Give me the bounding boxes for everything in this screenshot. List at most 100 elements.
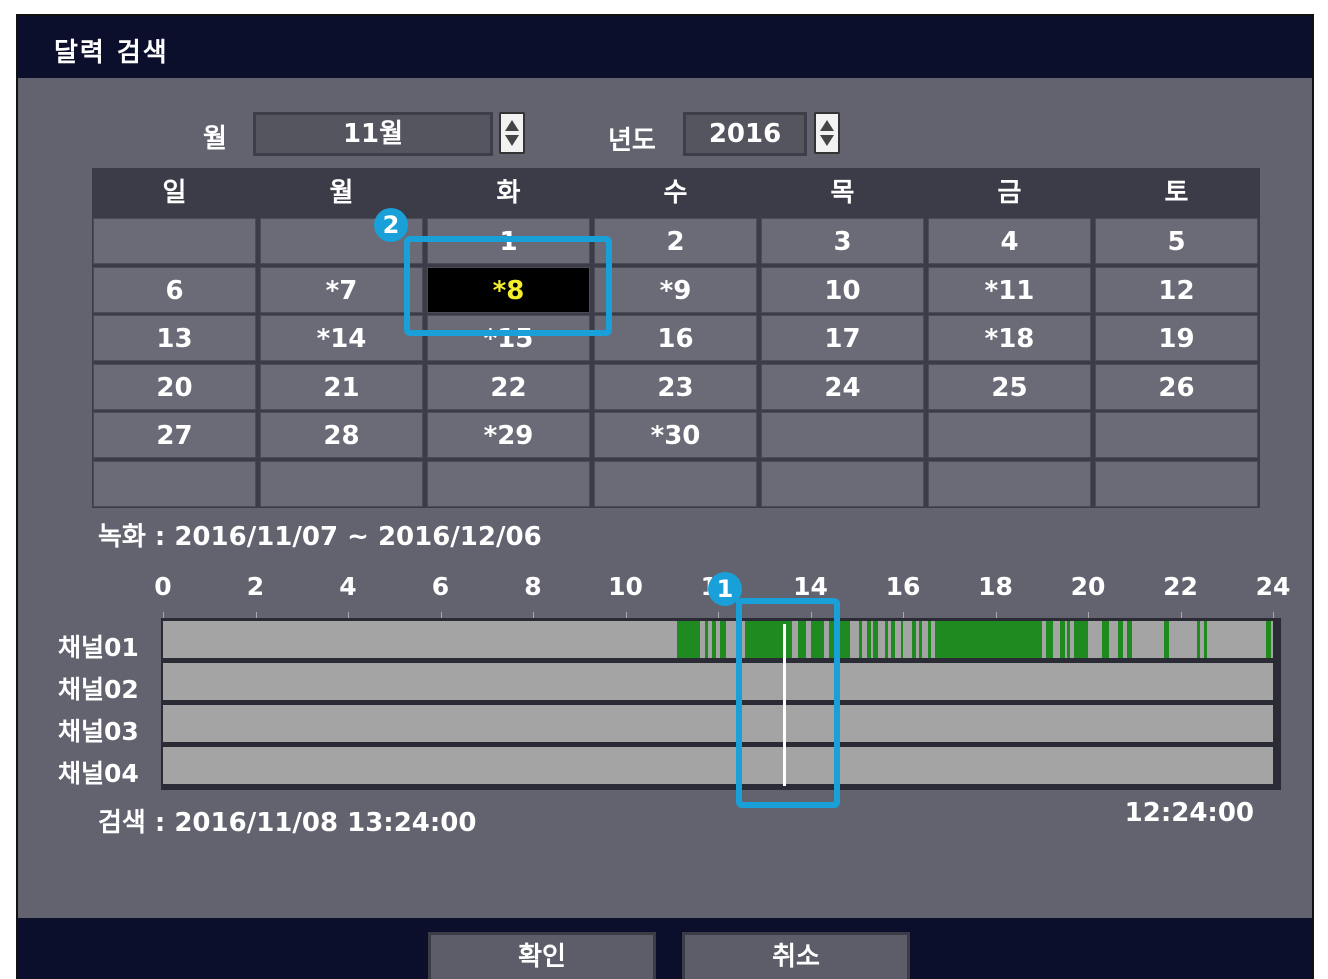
calendar-day-cell[interactable]: *18 <box>928 315 1091 361</box>
arrow-up-icon[interactable] <box>505 120 519 131</box>
channel-01-track[interactable] <box>163 621 1273 658</box>
button-bar <box>18 918 1312 979</box>
recording-segment <box>1074 621 1088 658</box>
year-spinner[interactable] <box>814 112 840 154</box>
recording-segment <box>677 621 701 658</box>
calendar-grid: 일월화수목금토 1 2 3 4 5 6 *7 *8 *9 10 *11 12 13 *14 *15 16 17 *… <box>92 168 1260 508</box>
year-label: 년도 <box>608 126 656 156</box>
hour-tick-label: 10 <box>608 572 643 601</box>
channel-03-track[interactable] <box>163 705 1273 742</box>
channel-label-04: 채널04 <box>58 759 139 788</box>
month-spinner[interactable] <box>499 112 525 154</box>
calendar-day-cell[interactable]: *9 <box>594 266 757 313</box>
calendar-day-cell <box>427 460 590 507</box>
calendar-day-cell[interactable]: *7 <box>260 266 423 313</box>
calendar-day-cell[interactable]: 26 <box>1095 363 1258 410</box>
recording-segment <box>900 621 903 658</box>
hour-tick-label: 24 <box>1255 572 1291 601</box>
cancel-button[interactable]: 취소 <box>682 932 910 979</box>
recording-timeline[interactable] <box>161 618 1281 790</box>
calendar-day-cell <box>928 412 1091 458</box>
calendar-day-cell[interactable]: 21 <box>260 363 423 410</box>
calendar-day-cell[interactable]: 19 <box>1095 315 1258 361</box>
recording-segment <box>1118 621 1123 658</box>
recording-segment <box>1067 621 1070 658</box>
weekday-header-cell: 금 <box>997 178 1022 208</box>
ok-button[interactable]: 확인 <box>428 932 656 979</box>
calendar-day-cell[interactable]: 25 <box>928 363 1091 410</box>
arrow-down-icon[interactable] <box>505 135 519 146</box>
recording-segment <box>1127 621 1132 658</box>
channel-label-02: 채널02 <box>58 675 139 704</box>
calendar-day-cell <box>1095 412 1258 458</box>
recording-segment <box>912 621 916 658</box>
recording-segment <box>935 621 1042 658</box>
recording-segment <box>712 621 716 658</box>
calendar-day-cell[interactable]: 2 <box>594 218 757 264</box>
search-datetime: 검색 : 2016/11/08 13:24:00 <box>98 808 477 838</box>
calendar-day-cell[interactable]: 24 <box>761 363 924 410</box>
calendar-day-cell <box>1095 460 1258 507</box>
dialog-title: 달력 검색 <box>54 38 169 68</box>
recording-segment <box>1196 621 1200 658</box>
calendar-day-cell <box>260 460 423 507</box>
hour-tick-label: 20 <box>1070 572 1106 601</box>
calendar-day-cell[interactable]: 6 <box>93 266 256 313</box>
calendar-day-cell[interactable]: 17 <box>761 315 924 361</box>
calendar-day-cell[interactable]: 20 <box>93 363 256 410</box>
calendar-day-cell[interactable]: 3 <box>761 218 924 264</box>
recording-segment <box>884 621 889 658</box>
channel-02-track[interactable] <box>163 663 1273 700</box>
annotation-badge-1: 1 <box>708 572 742 606</box>
weekday-header-cell: 월 <box>329 178 354 208</box>
calendar-search-dialog: 달력 검색 월 11월 년도 2016 일월화수목금토 1 2 3 4 5 6 *7 *8 *9… <box>16 14 1314 979</box>
calendar-day-cell[interactable]: 23 <box>594 363 757 410</box>
year-field[interactable]: 2016 <box>683 112 807 156</box>
calendar-day-cell[interactable]: 28 <box>260 412 423 458</box>
arrow-down-icon[interactable] <box>820 135 834 146</box>
recording-segment <box>872 621 878 658</box>
recording-segment <box>1164 621 1169 658</box>
calendar-day-cell[interactable]: *29 <box>427 412 590 458</box>
weekday-header-cell: 토 <box>1164 178 1189 208</box>
hour-tick-label: 8 <box>524 572 542 601</box>
weekday-header-cell: 화 <box>496 178 521 208</box>
calendar-day-cell[interactable]: *30 <box>594 412 757 458</box>
weekday-header: 일월화수목금토 <box>92 168 1260 216</box>
calendar-day-cell[interactable]: *14 <box>260 315 423 361</box>
calendar-day-cell[interactable]: 12 <box>1095 266 1258 313</box>
calendar-day-cell[interactable]: 27 <box>93 412 256 458</box>
recording-segment <box>1101 621 1109 658</box>
annotation-badge-2: 2 <box>374 208 408 242</box>
calendar-day-cell[interactable]: 5 <box>1095 218 1258 264</box>
calendar-day-cell[interactable]: 10 <box>761 266 924 313</box>
calendar-day-cell[interactable]: 4 <box>928 218 1091 264</box>
arrow-up-icon[interactable] <box>820 120 834 131</box>
channel-label-01: 채널01 <box>58 633 139 662</box>
recording-segment <box>891 621 895 658</box>
hour-tick-label: 2 <box>246 572 265 601</box>
weekday-header-cell: 목 <box>830 178 855 208</box>
recording-segment <box>866 621 871 658</box>
hour-tick-label: 14 <box>793 572 828 601</box>
hour-tick-label: 16 <box>885 572 921 601</box>
hour-tick-label: 4 <box>339 572 357 601</box>
weekday-header-cell: 일 <box>162 178 187 208</box>
recording-segment <box>720 621 727 658</box>
calendar-day-cell <box>93 460 256 507</box>
calendar-day-cell[interactable]: 13 <box>93 315 256 361</box>
recording-segment <box>919 621 923 658</box>
recording-segment <box>1266 621 1271 658</box>
calendar-day-cell[interactable]: *11 <box>928 266 1091 313</box>
highlight-box-2 <box>404 236 612 336</box>
month-field[interactable]: 11월 <box>253 112 493 156</box>
hour-tick-label: 0 <box>154 572 172 601</box>
month-label: 월 <box>203 124 227 154</box>
channel-04-track[interactable] <box>163 747 1273 784</box>
calendar-day-cell[interactable]: 16 <box>594 315 757 361</box>
hour-tick-label: 18 <box>978 572 1013 601</box>
calendar-day-cell[interactable]: 22 <box>427 363 590 410</box>
highlight-box-1 <box>736 598 840 808</box>
calendar-day-cell <box>928 460 1091 507</box>
hour-tick-label: 22 <box>1163 572 1198 601</box>
